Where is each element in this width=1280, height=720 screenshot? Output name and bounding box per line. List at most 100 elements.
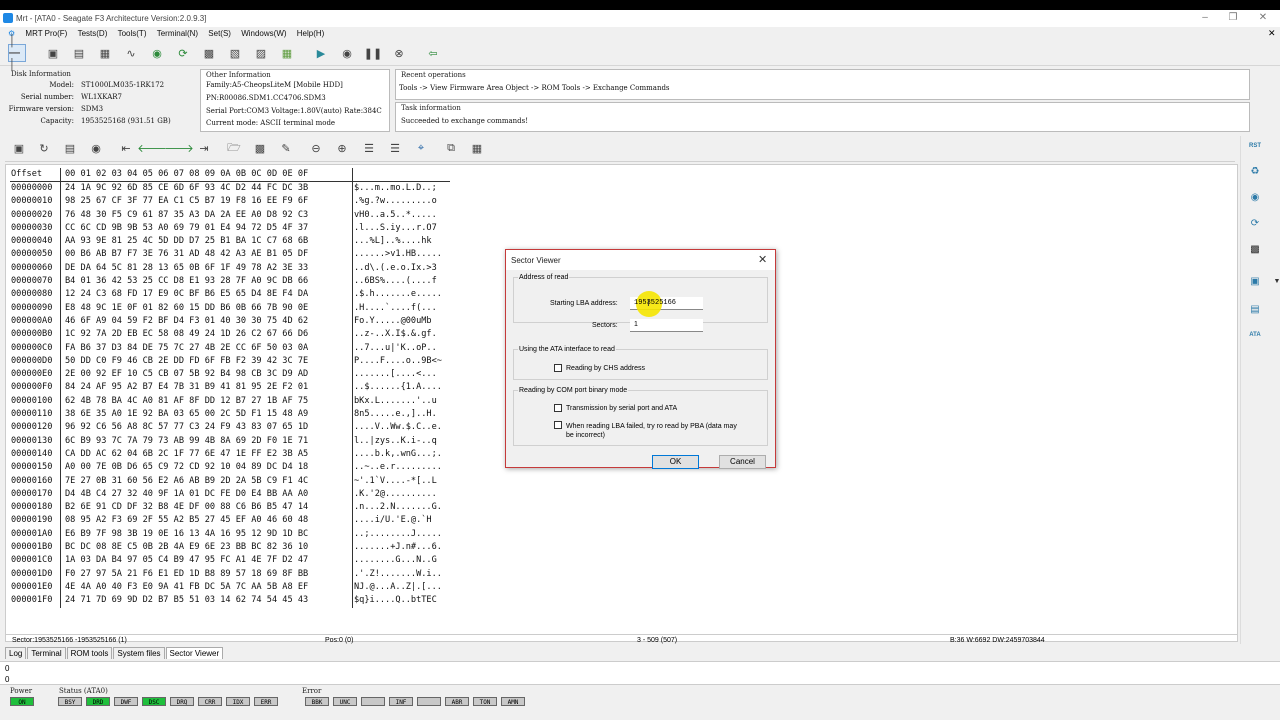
serial-ata-label: Transmission by serial port and ATA [566, 405, 678, 412]
side-copy-icon[interactable]: ▣ [1244, 272, 1266, 290]
lba-value: 1953525166 [634, 299, 677, 307]
hex-ascii-row: .$.h.......e..... [354, 289, 442, 300]
save-icon[interactable]: ▩ [251, 139, 269, 157]
side-tool-3-icon[interactable]: ⟳ [1244, 214, 1266, 232]
board-icon[interactable]: ▨ [252, 44, 270, 62]
hex-offset-cell: 000001C0 [11, 555, 53, 566]
zoom-in-icon[interactable]: ⊕ [333, 139, 351, 157]
reload-icon[interactable]: ↻ [35, 139, 53, 157]
stop-icon[interactable]: ◉ [338, 44, 356, 62]
image-icon[interactable]: ▦ [278, 44, 296, 62]
memory-icon[interactable]: ▧ [226, 44, 244, 62]
hex-ascii-row: ....V..Ww.$.C..e. [354, 422, 442, 433]
chip-icon[interactable]: ▩ [200, 44, 218, 62]
cancel-button[interactable]: Cancel [719, 455, 766, 469]
target-icon[interactable]: ⌖ [412, 139, 430, 157]
rst-icon[interactable]: RST [1244, 137, 1266, 155]
hex-offset-cell: 000001D0 [11, 568, 53, 579]
hex-offset-cell: 000001F0 [11, 595, 53, 606]
tab-terminal[interactable]: Terminal [27, 647, 66, 659]
menu-windows[interactable]: Windows(W) [241, 29, 286, 38]
smart-icon[interactable]: ▤ [70, 44, 88, 62]
log-line-1: 0 [5, 664, 10, 673]
ata-icon[interactable]: ATA [1244, 326, 1266, 344]
image-save-icon[interactable]: ▤ [61, 139, 79, 157]
next-sector-icon[interactable]: 🡒 [164, 139, 194, 157]
list-edit-icon[interactable]: ☰ [386, 139, 404, 157]
test-icon[interactable]: ◉ [148, 44, 166, 62]
app-icon [3, 13, 13, 23]
dialog-title: Sector Viewer [511, 256, 561, 265]
side-tool-2-icon[interactable]: ◉ [1244, 188, 1266, 206]
menu-mrt-pro[interactable]: MRT Pro(F) [25, 29, 67, 38]
prev-sector-icon[interactable]: 🡐 [137, 139, 167, 157]
lba-input[interactable]: 1953525166 I [630, 291, 703, 317]
hex-ascii-row: .l...S.iy...r.O7 [354, 222, 437, 233]
graph-icon[interactable]: ∿ [122, 44, 140, 62]
record-icon[interactable]: ◉ [87, 139, 105, 157]
menu-set[interactable]: Set(S) [208, 29, 231, 38]
go-first-icon[interactable]: ⇤ [117, 139, 135, 157]
hex-offset-cell: 00000190 [11, 515, 53, 526]
menu-terminal[interactable]: Terminal(N) [157, 29, 198, 38]
menu-help[interactable]: Help(H) [297, 29, 325, 38]
hex-divider-1 [60, 168, 61, 608]
close-icon[interactable]: ✕ [1248, 11, 1278, 25]
paste-icon[interactable]: ▦ [468, 139, 486, 157]
led-bar: Power ON Status (ATA0) BSY DRD DWF DSC DRQ CR… [0, 686, 1280, 720]
tab-rom-tools[interactable]: ROM tools [66, 647, 113, 659]
mode-value: Current mode: ASCII terminal mode [206, 119, 336, 127]
list-icon[interactable]: ☰ [360, 139, 378, 157]
hex-ascii-row: .......[....<... [354, 369, 437, 380]
ok-button[interactable]: OK [652, 455, 699, 469]
disk-select-icon[interactable]: │—│ [8, 35, 26, 71]
status-led: DSC [142, 697, 166, 706]
hex-ascii-row: P....F....o..9B<~ [354, 355, 442, 366]
error-led [417, 697, 441, 706]
pause-icon[interactable]: ❚❚ [364, 44, 382, 62]
duplicate-icon[interactable]: ⧉ [442, 139, 460, 157]
side-chip-icon[interactable]: ▩ [1244, 240, 1266, 258]
tab-log[interactable]: Log [5, 647, 27, 659]
minimize-icon[interactable]: – [1190, 11, 1220, 25]
side-tool-1-icon[interactable]: ♻ [1244, 162, 1266, 180]
sectors-label: Sectors: [592, 322, 618, 329]
pba-checkbox[interactable] [554, 421, 562, 429]
tab-system-files[interactable]: System files [113, 647, 165, 659]
menu-close-icon[interactable]: ✕ [1268, 28, 1276, 39]
edit-icon[interactable]: ✎ [277, 139, 295, 157]
hex-offset-cell: 00000010 [11, 196, 53, 207]
copy-icon[interactable]: ▣ [10, 139, 28, 157]
play-icon[interactable]: ▶ [312, 44, 330, 62]
go-last-icon[interactable]: ⇥ [195, 139, 213, 157]
hex-ascii-row: ...%L]..%....hk [354, 236, 432, 247]
defects-icon[interactable]: ▦ [96, 44, 114, 62]
hex-bytes-column: 24 1A 9C 92 6D 85 CE 6D 6F 93 4C D2 44 F… [65, 182, 308, 608]
zoom-out-icon[interactable]: ⊖ [307, 139, 325, 157]
disk-info-icon[interactable]: ▣ [44, 44, 62, 62]
status-led: DWF [114, 697, 138, 706]
refresh-icon[interactable]: ⟳ [174, 44, 192, 62]
hex-bytes-row: F0 27 97 5A 21 F6 E1 ED 1D B8 89 57 18 6… [65, 568, 309, 579]
other-info-panel: Other Information Family:A5-CheopsLiteM … [200, 69, 390, 132]
ata-group-label: Using the ATA interface to read [519, 346, 615, 353]
main-toolbar: │—│ ▣ ▤ ▦ ∿ ◉ ⟳ ▩ ▧ ▨ ▦ ▶ ◉ ❚❚ ⊗ ⇦ [0, 35, 1280, 71]
restore-icon[interactable]: ❐ [1218, 11, 1248, 25]
menu-tools[interactable]: Tools(T) [118, 29, 147, 38]
exit-icon[interactable]: ⇦ [424, 44, 442, 62]
serial-ata-checkbox[interactable] [554, 404, 562, 412]
hex-ascii-row: .K.'2@.......... [354, 488, 437, 499]
chs-checkbox[interactable] [554, 364, 562, 372]
hex-ascii-row: .%g.?w.........o [354, 196, 437, 207]
hex-ascii-row: ....b.k,.wnG...;. [354, 448, 442, 459]
tab-sector-viewer[interactable]: Sector Viewer [165, 647, 224, 659]
cancel-icon[interactable]: ⊗ [390, 44, 408, 62]
menu-tests[interactable]: Tests(D) [78, 29, 108, 38]
side-card-icon[interactable]: ▤ [1244, 300, 1266, 318]
open-folder-icon[interactable]: 🗁 [225, 139, 243, 157]
dialog-close-icon[interactable]: ✕ [758, 253, 767, 266]
log-area[interactable]: 0 0 [0, 661, 1280, 685]
pba-label: When reading LBA failed, try ro read by … [566, 423, 737, 439]
side-dropdown-icon[interactable]: ▼ [1266, 272, 1280, 290]
sectors-input[interactable]: 1 [630, 319, 703, 332]
